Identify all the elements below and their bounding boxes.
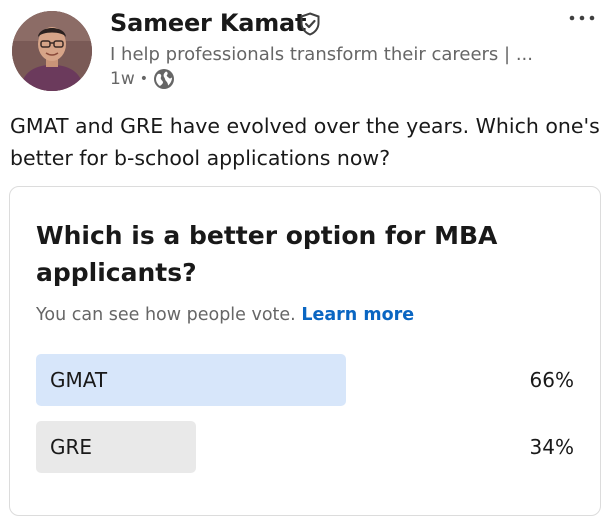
more-options-icon[interactable]	[565, 8, 599, 32]
learn-more-link[interactable]: Learn more	[301, 305, 414, 325]
meta-separator: •	[139, 71, 148, 87]
globe-icon	[153, 68, 175, 90]
poll-option-label: GMAT	[50, 368, 108, 392]
poll-note-text: You can see how people vote.	[36, 305, 296, 325]
poll-option-percent: 66%	[529, 368, 574, 392]
author-avatar[interactable]	[12, 11, 92, 91]
poll-option-gre[interactable]: GRE 34%	[36, 421, 582, 473]
poll-option-percent: 34%	[529, 435, 574, 459]
post-timestamp: 1w	[110, 69, 135, 89]
author-headline: I help professionals transform their car…	[110, 44, 533, 65]
poll-option-label: GRE	[50, 435, 93, 459]
verified-badge-icon	[298, 12, 322, 36]
poll-note: You can see how people vote. Learn more	[36, 305, 414, 325]
author-name[interactable]: Sameer Kamat	[110, 9, 307, 37]
poll-question: Which is a better option for MBA applica…	[36, 221, 498, 287]
post-meta: 1w •	[110, 68, 175, 90]
poll-option-gmat[interactable]: GMAT 66%	[36, 354, 582, 406]
post-text: GMAT and GRE have evolved over the years…	[10, 114, 600, 170]
